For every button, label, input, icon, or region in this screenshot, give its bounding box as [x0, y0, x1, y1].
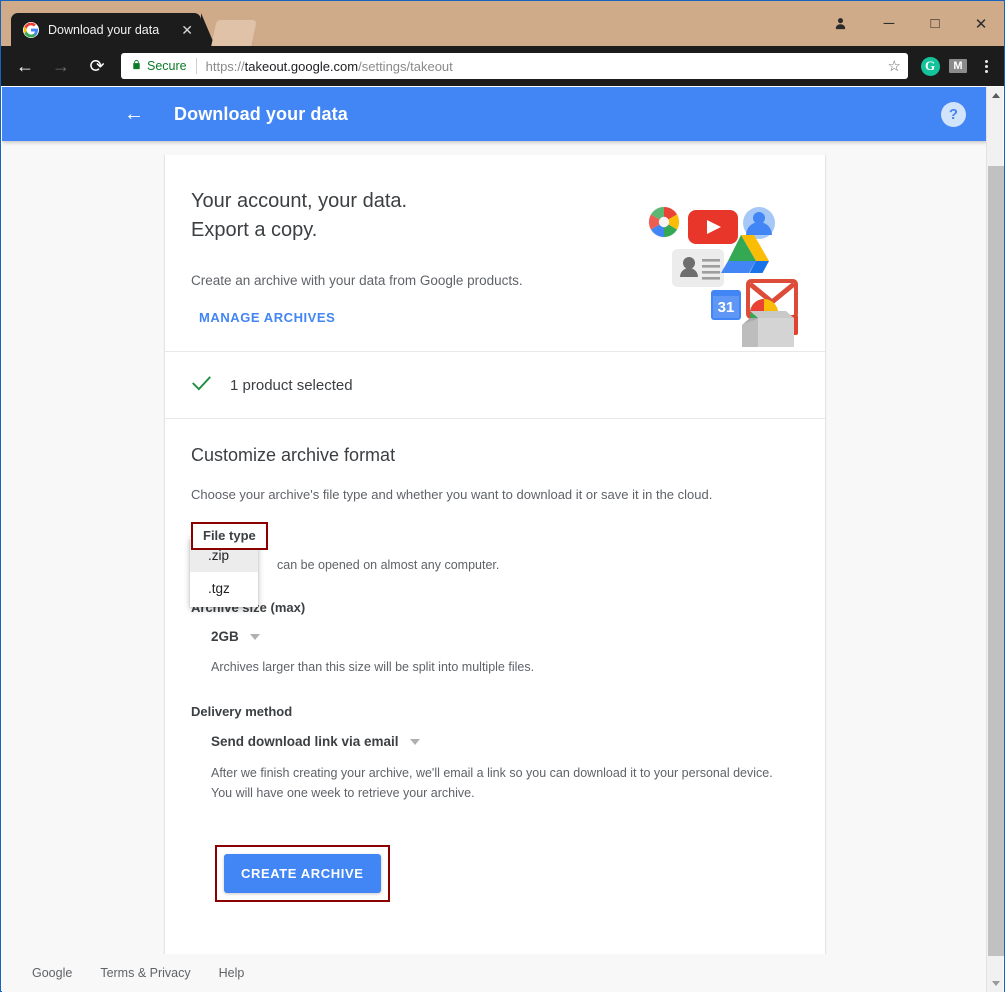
- google-account-avatar-icon: [743, 207, 775, 239]
- create-archive-button[interactable]: CREATE ARCHIVE: [224, 854, 381, 893]
- google-contacts-icon: [672, 249, 724, 287]
- customize-archive-format-section: Customize archive format Choose your arc…: [165, 418, 825, 902]
- omnibox-separator: [196, 58, 197, 74]
- archive-size-label: Archive size (max): [191, 600, 799, 615]
- delivery-method-value: Send download link via email: [211, 734, 399, 749]
- customize-format-heading: Customize archive format: [191, 445, 799, 466]
- maximize-button[interactable]: □: [912, 1, 958, 46]
- url-text: https://takeout.google.com/settings/take…: [206, 59, 453, 74]
- page-back-arrow-icon[interactable]: ←: [122, 102, 146, 126]
- tab-close-icon[interactable]: ✕: [181, 23, 193, 37]
- google-photos-icon: [648, 206, 680, 238]
- customize-format-description: Choose your archive's file type and whet…: [191, 487, 799, 502]
- delivery-method-label: Delivery method: [191, 704, 799, 719]
- window-controls: ─ □ ✕: [814, 1, 1004, 46]
- url-scheme: https://: [206, 59, 245, 74]
- youtube-icon: [688, 210, 738, 244]
- google-g-icon: [23, 22, 39, 38]
- help-icon[interactable]: ?: [941, 102, 966, 127]
- takeout-card: Your account, your data. Export a copy. …: [164, 155, 826, 992]
- page-title: Download your data: [174, 104, 348, 125]
- manage-archives-link[interactable]: MANAGE ARCHIVES: [191, 310, 335, 325]
- hero-section: Your account, your data. Export a copy. …: [165, 155, 825, 351]
- grammarly-extension-icon[interactable]: G: [916, 46, 944, 86]
- browser-titlebar: Download your data ✕ ─ □ ✕: [1, 1, 1004, 46]
- delivery-method-helper: After we finish creating your archive, w…: [191, 764, 783, 803]
- tab-title: Download your data: [48, 23, 177, 37]
- file-type-option-tgz[interactable]: .tgz: [190, 572, 258, 605]
- scrollbar-thumb[interactable]: [988, 166, 1004, 956]
- google-products-illustration: 31: [632, 197, 807, 347]
- secure-label: Secure: [147, 59, 187, 73]
- page-appbar: ← Download your data ?: [2, 87, 988, 141]
- chevron-down-icon: [410, 739, 420, 745]
- file-type-helper: can be opened on almost any computer.: [191, 556, 799, 574]
- page-scrollbar[interactable]: [986, 87, 1003, 992]
- bookmark-star-icon[interactable]: ☆: [888, 57, 901, 75]
- reload-button[interactable]: ⟳: [79, 46, 115, 86]
- forward-button: →: [43, 46, 79, 86]
- page-footer: Google Terms & Privacy Help: [2, 954, 988, 992]
- profile-avatar-icon[interactable]: [814, 1, 866, 46]
- archive-size-value: 2GB: [211, 629, 239, 644]
- archive-size-helper: Archives larger than this size will be s…: [191, 658, 799, 677]
- svg-text:31: 31: [718, 299, 735, 316]
- gmail-extension-icon[interactable]: M: [944, 46, 972, 86]
- product-selected-label: 1 product selected: [230, 377, 353, 394]
- new-tab-button[interactable]: [211, 20, 257, 46]
- url-path: /settings/takeout: [358, 59, 453, 74]
- browser-toolbar: ← → ⟳ Secure https://takeout.google.com/…: [1, 46, 1004, 86]
- browser-window: Download your data ✕ ─ □ ✕ ← → ⟳: [0, 0, 1005, 992]
- back-button[interactable]: ←: [7, 46, 43, 86]
- browser-tab[interactable]: Download your data ✕: [11, 13, 201, 46]
- minimize-button[interactable]: ─: [866, 1, 912, 46]
- scroll-down-arrow-icon[interactable]: [987, 975, 1004, 992]
- url-host: takeout.google.com: [245, 59, 358, 74]
- footer-link-google[interactable]: Google: [32, 966, 72, 980]
- checkmark-icon: [191, 374, 212, 397]
- chrome-menu-icon[interactable]: [972, 46, 1000, 86]
- archive-size-select[interactable]: 2GB: [191, 629, 799, 644]
- lock-icon: [131, 58, 142, 74]
- footer-link-help[interactable]: Help: [219, 966, 245, 980]
- chevron-down-icon: [250, 634, 260, 640]
- google-calendar-icon: 31: [711, 290, 741, 320]
- delivery-method-select[interactable]: Send download link via email: [191, 734, 799, 749]
- page-viewport: ← Download your data ? Your account, you…: [2, 87, 1004, 992]
- address-bar[interactable]: Secure https://takeout.google.com/settin…: [121, 53, 908, 79]
- footer-link-terms-privacy[interactable]: Terms & Privacy: [100, 966, 190, 980]
- file-type-label[interactable]: File type: [191, 522, 268, 550]
- create-archive-annotation: CREATE ARCHIVE: [215, 845, 390, 902]
- scroll-up-arrow-icon[interactable]: [987, 87, 1004, 104]
- product-selection-row[interactable]: 1 product selected: [165, 351, 825, 418]
- close-window-button[interactable]: ✕: [958, 1, 1004, 46]
